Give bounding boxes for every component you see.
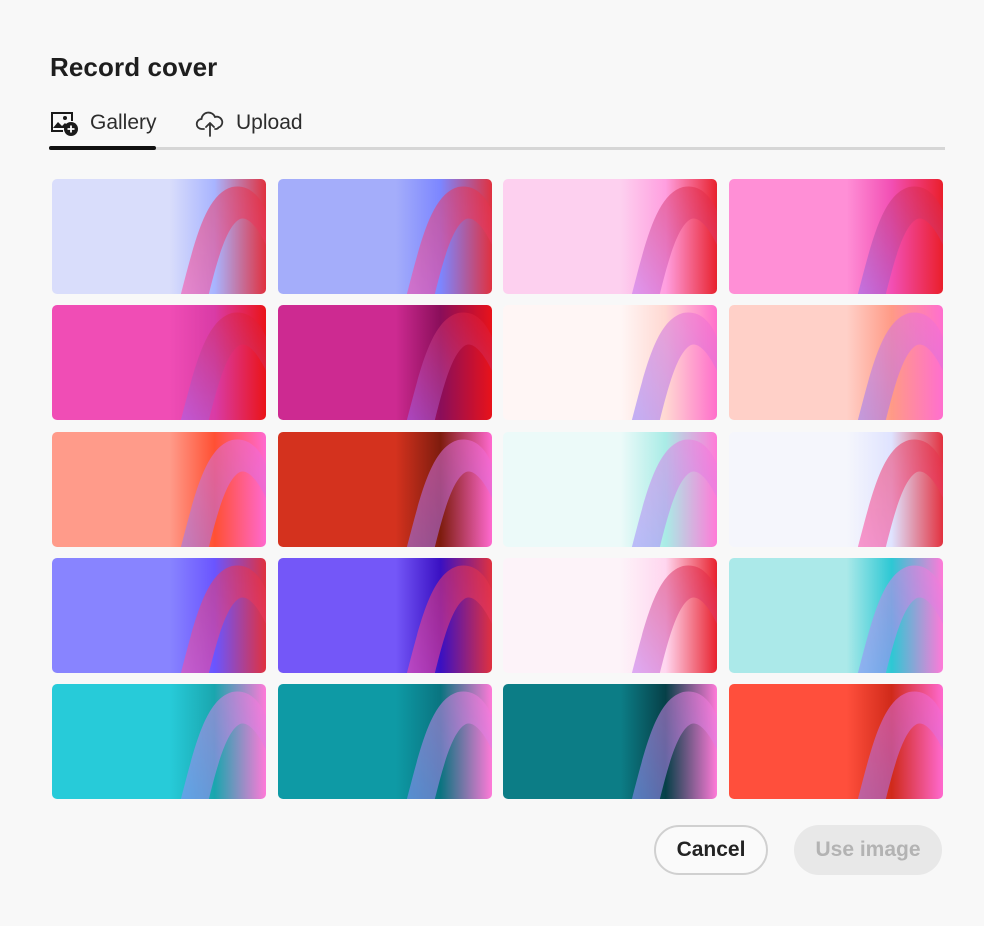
image-add-icon xyxy=(51,112,78,136)
gallery-thumbnail[interactable] xyxy=(52,431,266,547)
gallery-thumbnail[interactable] xyxy=(277,305,492,421)
dialog-title: Record cover xyxy=(50,52,218,82)
gallery-thumbnail[interactable] xyxy=(277,431,492,547)
wave-pattern xyxy=(180,691,266,799)
wave-pattern xyxy=(406,312,492,421)
gallery-thumbnail[interactable] xyxy=(52,684,266,799)
gallery-thumbnail[interactable] xyxy=(503,179,718,294)
gallery-thumbnail[interactable] xyxy=(728,684,943,799)
gallery-thumbnail[interactable] xyxy=(503,305,718,421)
wave-pattern xyxy=(632,186,718,294)
dialog-footer: Cancel Use image xyxy=(654,825,942,875)
wave-pattern xyxy=(406,691,492,799)
wave-pattern xyxy=(180,565,266,673)
gallery-thumbnail[interactable] xyxy=(503,557,718,673)
wave-pattern xyxy=(180,186,266,294)
wave-pattern xyxy=(632,565,718,673)
cloud-upload-icon xyxy=(195,111,224,137)
gallery-thumbnail[interactable] xyxy=(277,179,492,294)
cancel-button[interactable]: Cancel xyxy=(654,825,768,875)
wave-pattern xyxy=(180,439,266,547)
gallery-thumbnail[interactable] xyxy=(277,557,492,673)
gallery-thumbnail[interactable] xyxy=(503,431,718,547)
gallery-thumbnail[interactable] xyxy=(503,684,718,799)
wave-pattern xyxy=(857,312,943,421)
wave-pattern xyxy=(406,439,492,547)
gallery-thumbnail[interactable] xyxy=(52,557,266,673)
tab-bar: Gallery Upload xyxy=(49,106,945,150)
gallery-thumbnail[interactable] xyxy=(277,684,492,799)
tab-upload[interactable]: Upload xyxy=(195,106,303,147)
gallery-grid xyxy=(52,179,943,799)
tab-gallery[interactable]: Gallery xyxy=(49,106,157,150)
tab-gallery-label: Gallery xyxy=(90,111,157,134)
wave-pattern xyxy=(632,691,718,799)
gallery-thumbnail[interactable] xyxy=(728,557,943,673)
wave-pattern xyxy=(857,565,943,673)
wave-pattern xyxy=(632,312,718,421)
wave-pattern xyxy=(180,312,266,421)
wave-pattern xyxy=(632,439,718,547)
gallery-thumbnail[interactable] xyxy=(728,431,943,547)
tab-selected-indicator xyxy=(49,146,156,150)
wave-pattern xyxy=(857,691,943,799)
gallery-thumbnail[interactable] xyxy=(52,179,266,294)
wave-pattern xyxy=(406,565,492,673)
wave-pattern xyxy=(857,439,943,547)
wave-pattern xyxy=(857,186,943,294)
tab-upload-label: Upload xyxy=(236,111,303,134)
wave-pattern xyxy=(406,186,492,294)
gallery-thumbnail[interactable] xyxy=(728,305,943,421)
gallery-thumbnail[interactable] xyxy=(52,305,266,421)
gallery-thumbnail[interactable] xyxy=(728,179,943,294)
record-cover-dialog: Record cover Gallery Upload Cancel Use i… xyxy=(0,0,984,926)
use-image-button[interactable]: Use image xyxy=(794,825,942,875)
